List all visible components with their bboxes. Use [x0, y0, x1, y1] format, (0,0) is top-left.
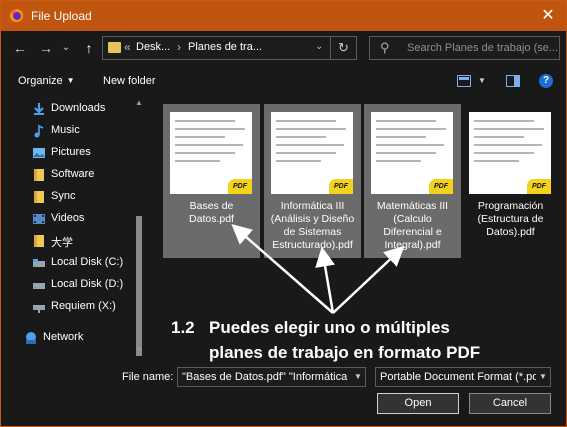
file-name-value: "Bases de Datos.pdf" "Informática — [182, 371, 348, 383]
file-upload-dialog: File Upload ✕ ← → ⌄ ↑ « Desk... › Planes… — [0, 0, 567, 427]
annotation-line-1: Puedes elegir uno o múltiples — [209, 318, 450, 337]
annotation-number: 1.2 — [171, 318, 195, 337]
file-type-value: Portable Document Format (*.pdf) — [380, 371, 546, 383]
arrow-to-file-3 — [332, 245, 405, 314]
file-name-label: File name: — [122, 371, 174, 383]
file-name-input[interactable]: "Bases de Datos.pdf" "Informática ▼ — [177, 367, 366, 387]
file-type-select[interactable]: Portable Document Format (*.pdf) ▼ — [375, 367, 551, 387]
cancel-button[interactable]: Cancel — [469, 393, 551, 414]
open-button[interactable]: Open — [377, 393, 459, 414]
arrow-to-file-1 — [231, 224, 334, 314]
annotation-line-2: planes de trabajo en formato PDF — [209, 343, 481, 362]
chevron-down-icon[interactable]: ▼ — [351, 368, 365, 386]
chevron-down-icon[interactable]: ▼ — [536, 368, 550, 386]
